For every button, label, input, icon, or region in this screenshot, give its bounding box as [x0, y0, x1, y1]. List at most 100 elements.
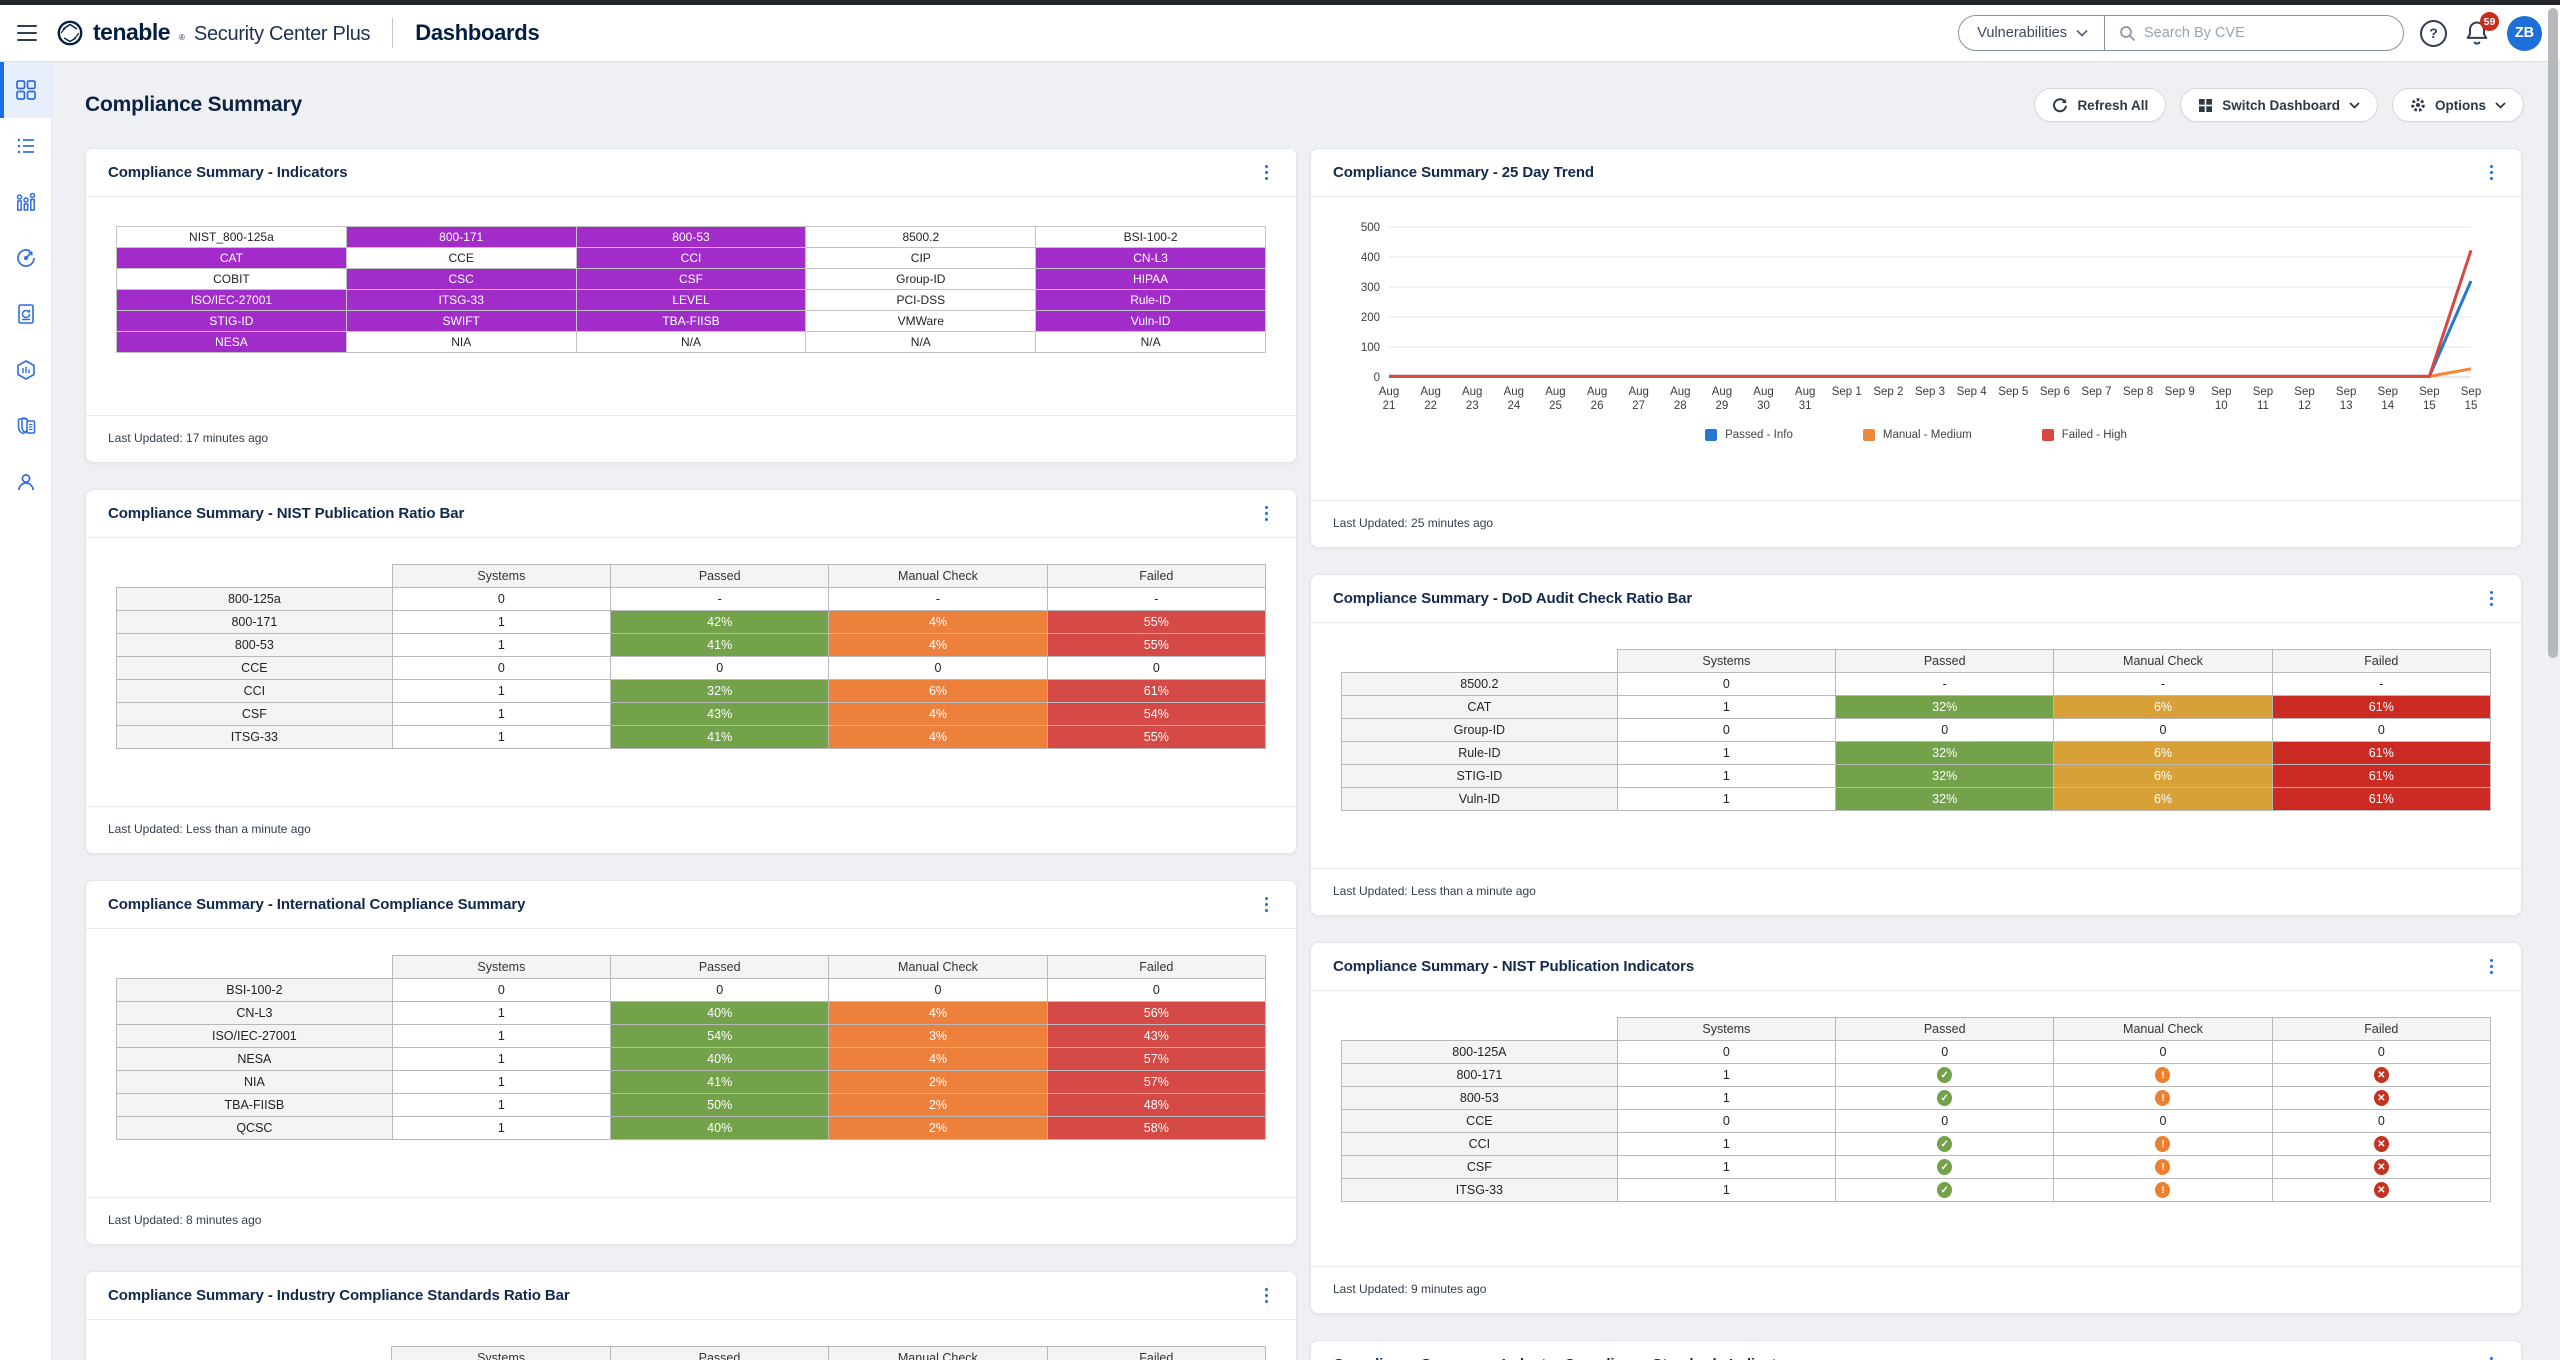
- table-row: 800-531✓!✕: [1342, 1087, 2491, 1110]
- table-cell: 0: [1617, 719, 1835, 742]
- svg-text:Aug31: Aug31: [1795, 386, 1815, 412]
- column-header: Systems: [392, 956, 610, 979]
- brand-name: tenable: [93, 19, 170, 46]
- sidebar-item-reports[interactable]: [0, 286, 51, 342]
- fail-status-icon: ✕: [2374, 1136, 2389, 1152]
- table-cell: 4%: [829, 611, 1047, 634]
- table-row: CSF1✓!✕: [1342, 1156, 2491, 1179]
- kebab-menu-icon[interactable]: [2484, 587, 2500, 611]
- panel-body: SystemsPassedManual CheckFailed800-125a0…: [86, 538, 1296, 806]
- table-cell: 32%: [1836, 742, 2054, 765]
- table-cell: -: [1047, 588, 1265, 611]
- table-row: 8500.20---: [1342, 673, 2491, 696]
- panel-header: Compliance Summary - Indicators: [86, 149, 1296, 197]
- svg-text:Sep10: Sep10: [2211, 386, 2231, 412]
- search-input[interactable]: [2144, 25, 2389, 41]
- warn-status-icon: !: [2155, 1136, 2170, 1152]
- svg-text:300: 300: [1361, 282, 1380, 294]
- user-avatar[interactable]: ZB: [2507, 16, 2542, 51]
- kebab-menu-icon[interactable]: [1259, 893, 1275, 917]
- check-status-icon: ✓: [1937, 1159, 1952, 1175]
- vertical-scrollbar[interactable]: [2548, 8, 2558, 658]
- warn-status-icon: !: [2155, 1159, 2170, 1175]
- table-row: TBA-FIISB150%2%48%: [117, 1094, 1266, 1117]
- kebab-menu-icon[interactable]: [2484, 1353, 2500, 1360]
- table-row: Rule-ID132%6%61%: [1342, 742, 2491, 765]
- table-cell: 1: [392, 680, 610, 703]
- sidebar-item-workloads[interactable]: [0, 174, 51, 230]
- table-cell: ✓: [1836, 1133, 2054, 1156]
- help-icon[interactable]: ?: [2420, 20, 2447, 47]
- kebab-menu-icon[interactable]: [1259, 161, 1275, 185]
- switch-dashboard-button[interactable]: Switch Dashboard: [2180, 88, 2378, 122]
- refresh-all-button[interactable]: Refresh All: [2034, 88, 2166, 122]
- row-label: 800-125A: [1342, 1041, 1618, 1064]
- refresh-icon: [2052, 97, 2068, 113]
- panel-body: SystemsPassedManual CheckFailed800-125A0…: [1311, 991, 2521, 1266]
- indicator-cell: CSC: [346, 269, 576, 290]
- sidebar: [0, 62, 52, 1360]
- svg-text:Sep15: Sep15: [2461, 386, 2481, 412]
- panel-body: SystemsPassedManual CheckFailedBSI-100-2…: [86, 929, 1296, 1197]
- sidebar-item-users[interactable]: [0, 454, 51, 510]
- kebab-menu-icon[interactable]: [1259, 502, 1275, 526]
- warn-status-icon: !: [2155, 1182, 2170, 1198]
- trend-chart-svg: 0100200300400500Aug21Aug22Aug23Aug24Aug2…: [1341, 217, 2491, 419]
- table-cell: 6%: [2054, 765, 2272, 788]
- sidebar-item-policies[interactable]: [0, 398, 51, 454]
- table-row: 800-125A0000: [1342, 1041, 2491, 1064]
- search-scope-value: Vulnerabilities: [1977, 25, 2067, 41]
- indicator-cell: SWIFT: [346, 311, 576, 332]
- dashboard-actions: Refresh All Switch Dashboard Options: [2034, 88, 2524, 122]
- column-header: Systems: [1617, 650, 1835, 673]
- page-title: Compliance Summary: [85, 93, 302, 117]
- table-header-row: SystemsPassedManual CheckFailed: [117, 565, 1266, 588]
- column-header: Manual Check: [2054, 1018, 2272, 1041]
- table-cell: 0: [2272, 1041, 2490, 1064]
- report-document-icon: [15, 303, 37, 325]
- indicator-cell: VMWare: [806, 311, 1036, 332]
- sidebar-item-assets[interactable]: [0, 342, 51, 398]
- search-icon: [2119, 25, 2136, 42]
- warn-status-icon: !: [2155, 1067, 2170, 1083]
- sidebar-item-findings[interactable]: [0, 118, 51, 174]
- svg-text:Aug30: Aug30: [1753, 386, 1773, 412]
- indicator-cell: N/A: [1036, 332, 1266, 353]
- row-label: CCE: [117, 657, 393, 680]
- table-cell: 41%: [611, 634, 829, 657]
- user-icon: [15, 471, 37, 493]
- column-header: Manual Check: [2054, 650, 2272, 673]
- notification-count-badge: 59: [2480, 12, 2499, 31]
- indicator-cell: BSI-100-2: [1036, 227, 1266, 248]
- table-cell: 1: [392, 611, 610, 634]
- panel-title: Compliance Summary - NIST Publication Ra…: [108, 505, 464, 522]
- table-cell: 6%: [829, 680, 1047, 703]
- kebab-menu-icon[interactable]: [2484, 161, 2500, 185]
- table-cell: 40%: [611, 1048, 829, 1071]
- table-cell: ✕: [2272, 1064, 2490, 1087]
- kebab-menu-icon[interactable]: [2484, 955, 2500, 979]
- indicator-cell: N/A: [806, 332, 1036, 353]
- table-row: CSF143%4%54%: [117, 703, 1266, 726]
- svg-text:Sep 3: Sep 3: [1915, 386, 1945, 398]
- last-updated-text: Last Updated: 17 minutes ago: [86, 415, 1296, 462]
- switch-dashboard-label: Switch Dashboard: [2222, 98, 2340, 113]
- indicator-cell: Vuln-ID: [1036, 311, 1266, 332]
- notifications-button[interactable]: 59: [2463, 19, 2491, 47]
- table-cell: 0: [2272, 1110, 2490, 1133]
- indicator-cell: ISO/IEC-27001: [117, 290, 347, 311]
- table-cell: 3%: [829, 1025, 1047, 1048]
- options-button[interactable]: Options: [2392, 88, 2524, 122]
- kebab-menu-icon[interactable]: [1259, 1284, 1275, 1308]
- hamburger-menu-icon[interactable]: [14, 23, 40, 43]
- sidebar-item-dashboards[interactable]: [0, 62, 51, 118]
- search-segment: [2105, 25, 2403, 42]
- table-row: CCE0000: [1342, 1110, 2491, 1133]
- row-label: Rule-ID: [1342, 742, 1618, 765]
- table-row: ITSG-33141%4%55%: [117, 726, 1266, 749]
- table-cell: -: [611, 588, 829, 611]
- table-corner-cell: [117, 956, 393, 979]
- search-scope-dropdown[interactable]: Vulnerabilities: [1959, 25, 2104, 41]
- sidebar-item-scans[interactable]: [0, 230, 51, 286]
- table-row: NIA141%2%57%: [117, 1071, 1266, 1094]
